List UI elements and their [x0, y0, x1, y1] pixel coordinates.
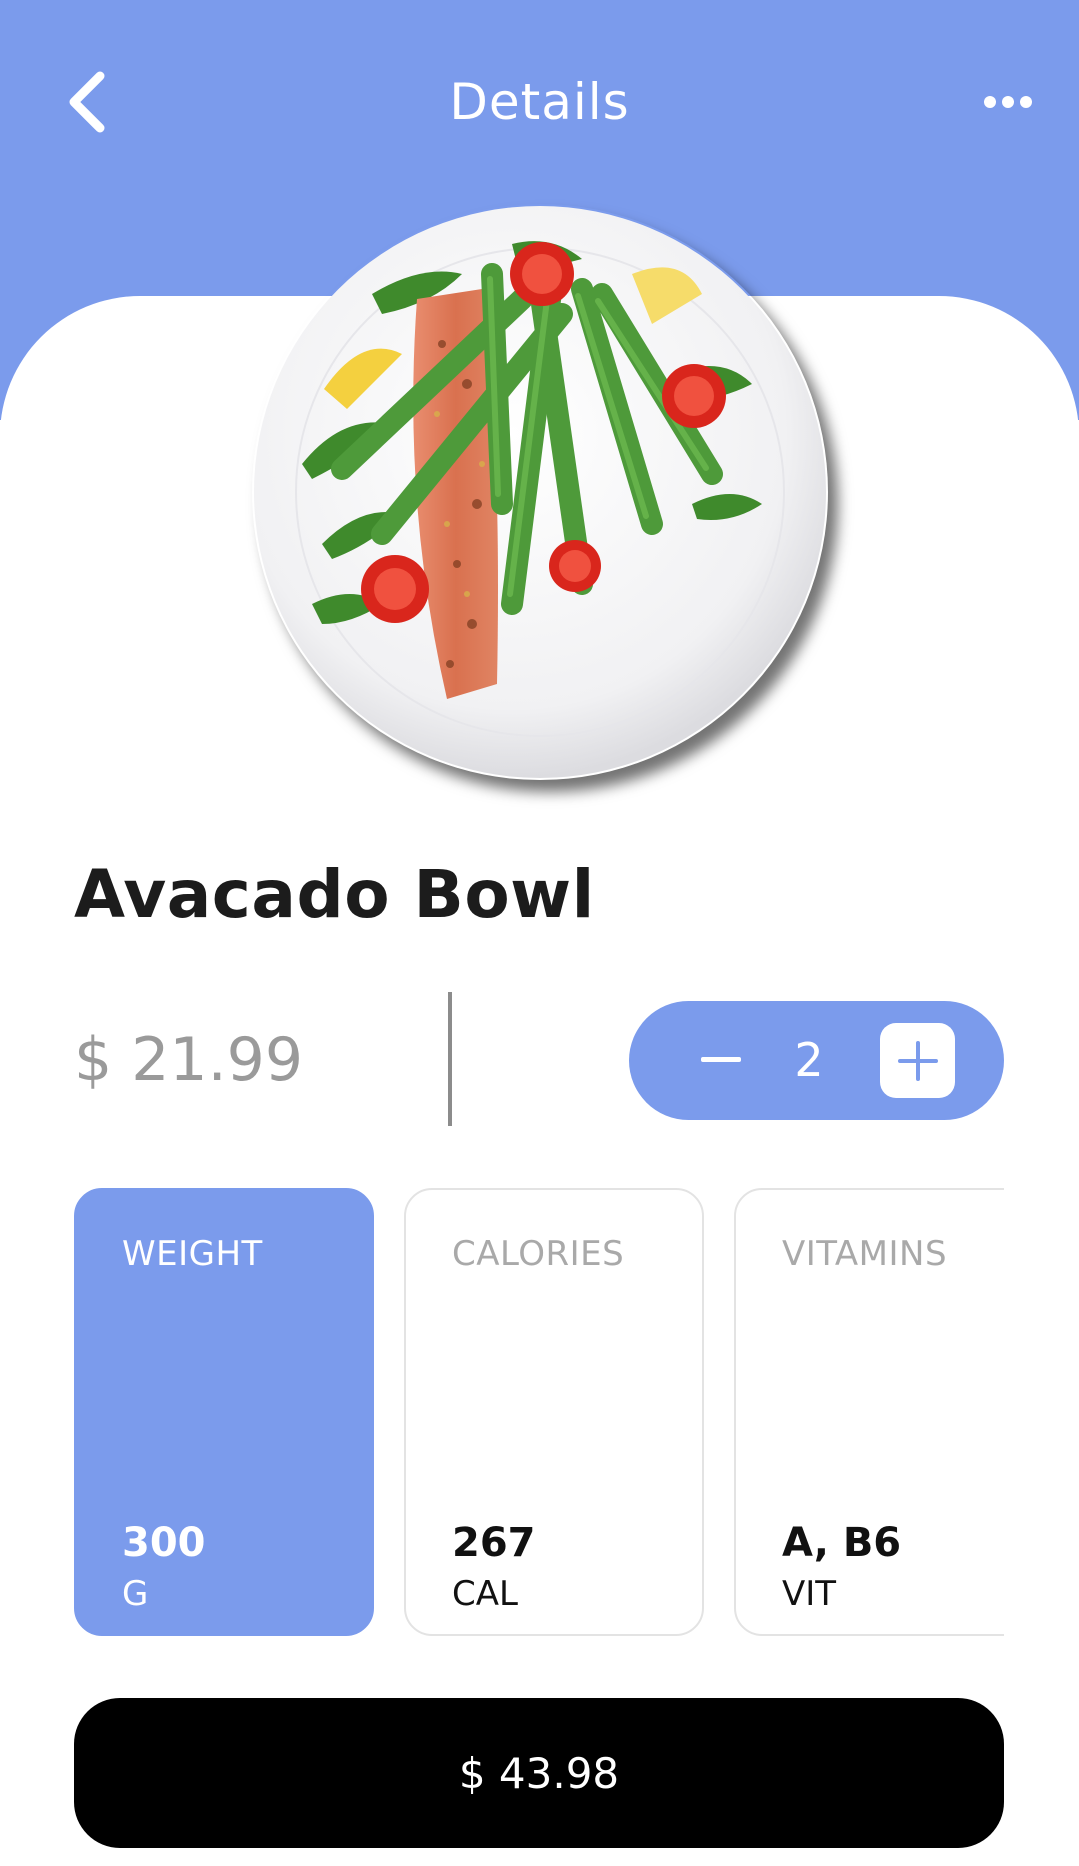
card-label: VITAMINS — [782, 1234, 948, 1274]
more-horizontal-icon — [984, 96, 1032, 108]
card-value: A, B6 — [782, 1520, 902, 1566]
nutrition-card-weight[interactable]: WEIGHT 300 G — [74, 1188, 374, 1636]
card-unit: VIT — [782, 1574, 837, 1614]
dish-name: Avacado Bowl — [74, 856, 595, 933]
checkout-button[interactable]: $ 43.98 — [74, 1698, 1004, 1848]
nutrition-card-calories[interactable]: CALORIES 267 CAL — [404, 1188, 704, 1636]
plus-icon — [897, 1040, 938, 1081]
card-value: 267 — [452, 1520, 536, 1566]
increase-button[interactable] — [880, 1023, 955, 1098]
quantity-value: 2 — [794, 1033, 824, 1087]
nutrition-card-vitamins[interactable]: VITAMINS A, B6 VIT — [734, 1188, 1004, 1636]
card-label: WEIGHT — [122, 1234, 263, 1274]
card-label: CALORIES — [452, 1234, 625, 1274]
page-title: Details — [449, 73, 630, 131]
nutrition-cards: WEIGHT 300 G CALORIES 267 CAL VITAMINS A… — [0, 1180, 1004, 1650]
card-unit: G — [122, 1574, 149, 1614]
card-unit: CAL — [452, 1574, 518, 1614]
quantity-stepper: 2 — [629, 1001, 1004, 1120]
dish-image — [252, 204, 828, 780]
decrease-button[interactable] — [691, 1030, 751, 1090]
unit-price: $ 21.99 — [74, 1025, 304, 1095]
card-value: 300 — [122, 1520, 206, 1566]
minus-icon — [701, 1057, 741, 1062]
price-divider — [448, 992, 452, 1126]
more-button[interactable] — [976, 80, 1040, 124]
